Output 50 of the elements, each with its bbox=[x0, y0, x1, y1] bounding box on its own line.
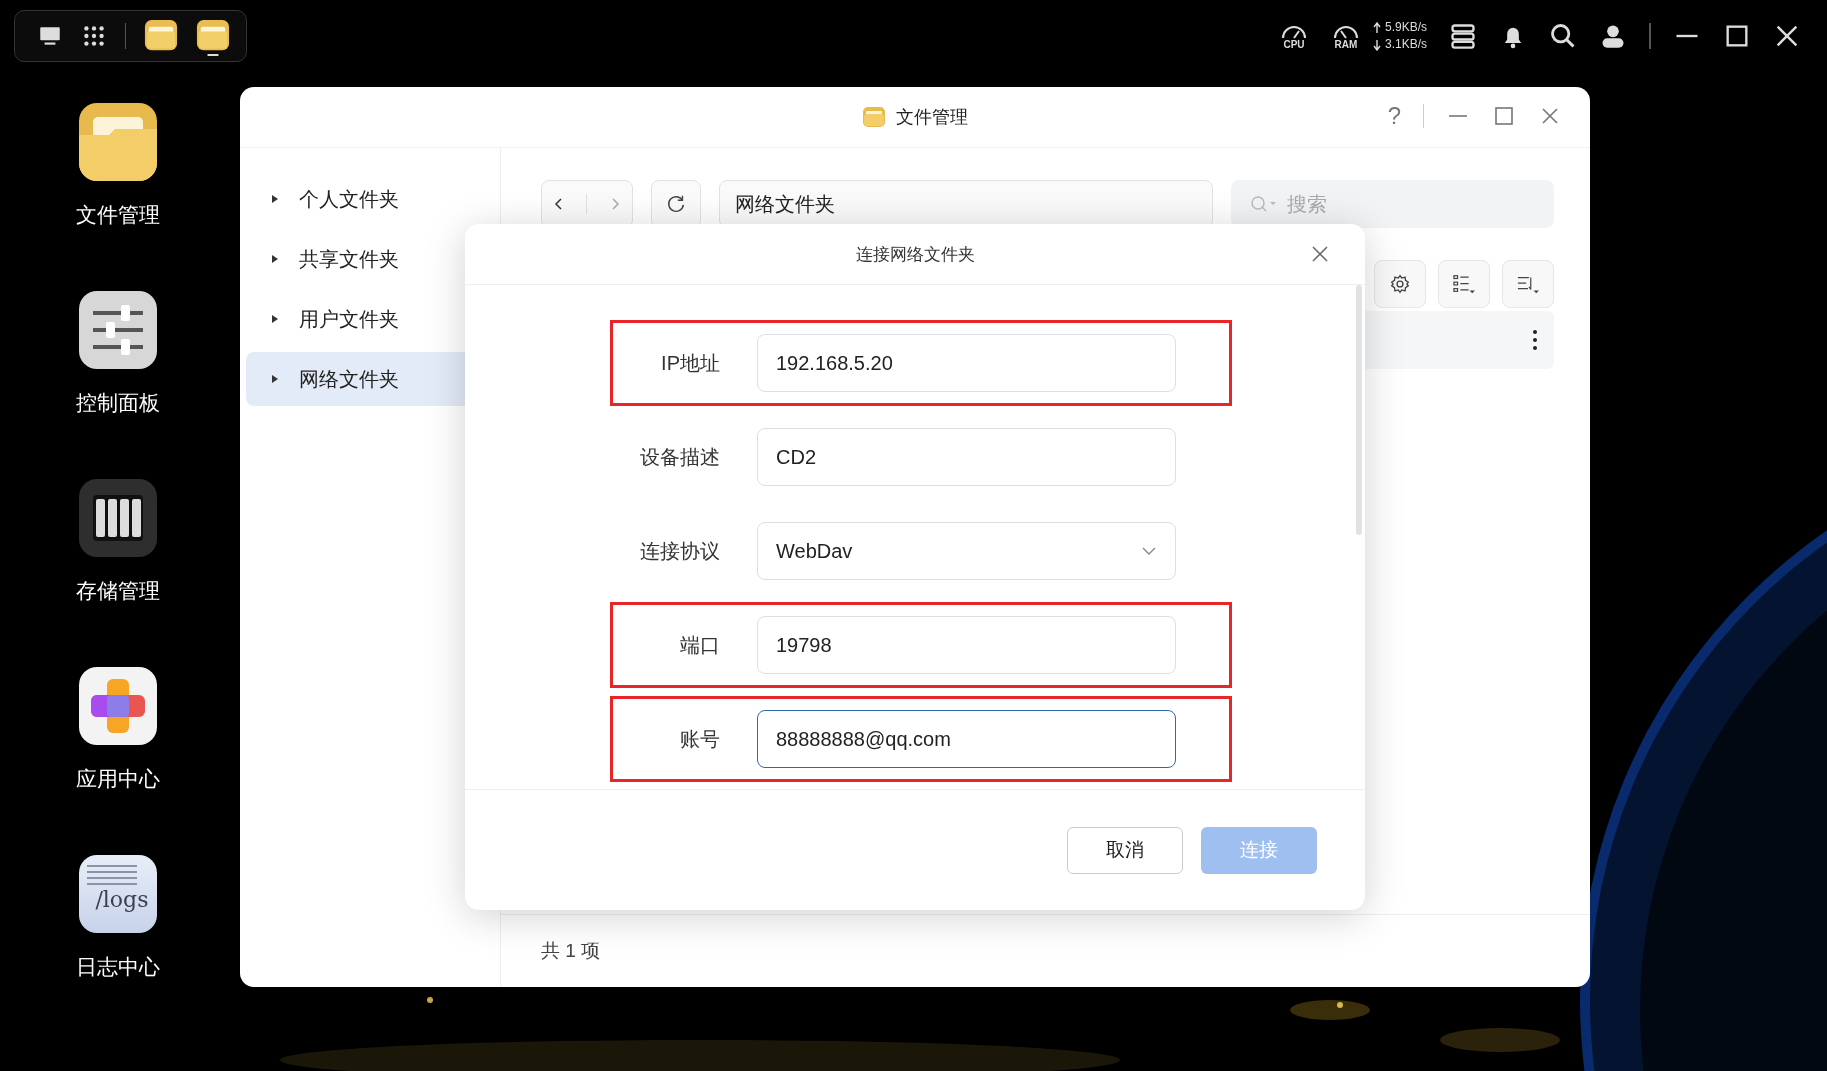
field-label: IP地址 bbox=[660, 350, 721, 376]
protocol-select[interactable]: WebDav bbox=[757, 522, 1176, 580]
field-label: 账号 bbox=[679, 726, 721, 752]
app-label: 控制面板 bbox=[75, 390, 160, 416]
more-icon[interactable] bbox=[1532, 328, 1538, 352]
search-field[interactable]: 搜索 bbox=[1231, 180, 1554, 228]
field-label: 连接协议 bbox=[639, 538, 721, 564]
back-icon[interactable] bbox=[552, 197, 565, 211]
field-label: 设备描述 bbox=[639, 444, 721, 470]
app-label: 日志中心 bbox=[75, 954, 160, 980]
download-arrow-icon bbox=[1372, 38, 1381, 51]
field-label: 端口 bbox=[679, 632, 721, 658]
search-icon[interactable] bbox=[1549, 22, 1577, 50]
cancel-button[interactable]: 取消 bbox=[1067, 826, 1183, 874]
help-button[interactable]: ? bbox=[1387, 102, 1401, 130]
input-field[interactable]: CD2 bbox=[757, 428, 1176, 486]
download-speed: 3.1KB/s bbox=[1384, 36, 1427, 53]
app-grid-icon[interactable] bbox=[81, 23, 107, 49]
folder-icon[interactable] bbox=[196, 18, 230, 58]
upload-arrow-icon bbox=[1372, 21, 1381, 34]
chevron-down-icon[interactable] bbox=[1141, 546, 1157, 556]
expand-arrow-icon[interactable] bbox=[271, 314, 279, 324]
app-label: 文件管理 bbox=[75, 202, 160, 228]
app-center-icon[interactable] bbox=[78, 667, 157, 745]
expand-arrow-icon[interactable] bbox=[271, 194, 279, 204]
window-title: 文件管理 bbox=[896, 106, 968, 129]
input-field[interactable]: 192.168.5.20 bbox=[757, 334, 1176, 392]
dialog-title: 连接网络文件夹 bbox=[855, 243, 975, 266]
input-field[interactable]: 88888888@qq.com bbox=[757, 710, 1176, 768]
scrollbar[interactable] bbox=[1356, 285, 1362, 535]
list-view-icon[interactable] bbox=[1451, 273, 1477, 295]
ram-label: RAM bbox=[1334, 38, 1358, 50]
sliders-app-icon[interactable] bbox=[78, 291, 157, 369]
expand-arrow-icon[interactable] bbox=[271, 374, 279, 384]
sidebar-item[interactable]: 个人文件夹 bbox=[246, 172, 500, 226]
app-label: 应用中心 bbox=[75, 766, 160, 792]
refresh-icon[interactable] bbox=[665, 193, 687, 215]
drive-bays-app-icon[interactable] bbox=[78, 479, 157, 557]
upload-speed: 5.9KB/s bbox=[1384, 19, 1427, 36]
cpu-label: CPU bbox=[1283, 38, 1305, 50]
app-label: 存储管理 bbox=[75, 578, 160, 604]
view-mode-button[interactable] bbox=[1438, 260, 1490, 308]
server-icon[interactable] bbox=[1449, 22, 1477, 50]
logs-app-icon[interactable]: /logs bbox=[78, 855, 157, 933]
settings-button[interactable] bbox=[1374, 260, 1426, 308]
input-field[interactable]: 19798 bbox=[757, 616, 1176, 674]
item-count: 共 1 项 bbox=[541, 939, 601, 963]
expand-arrow-icon[interactable] bbox=[271, 254, 279, 264]
folder-icon bbox=[862, 105, 886, 129]
folder-app-icon[interactable] bbox=[78, 103, 157, 181]
